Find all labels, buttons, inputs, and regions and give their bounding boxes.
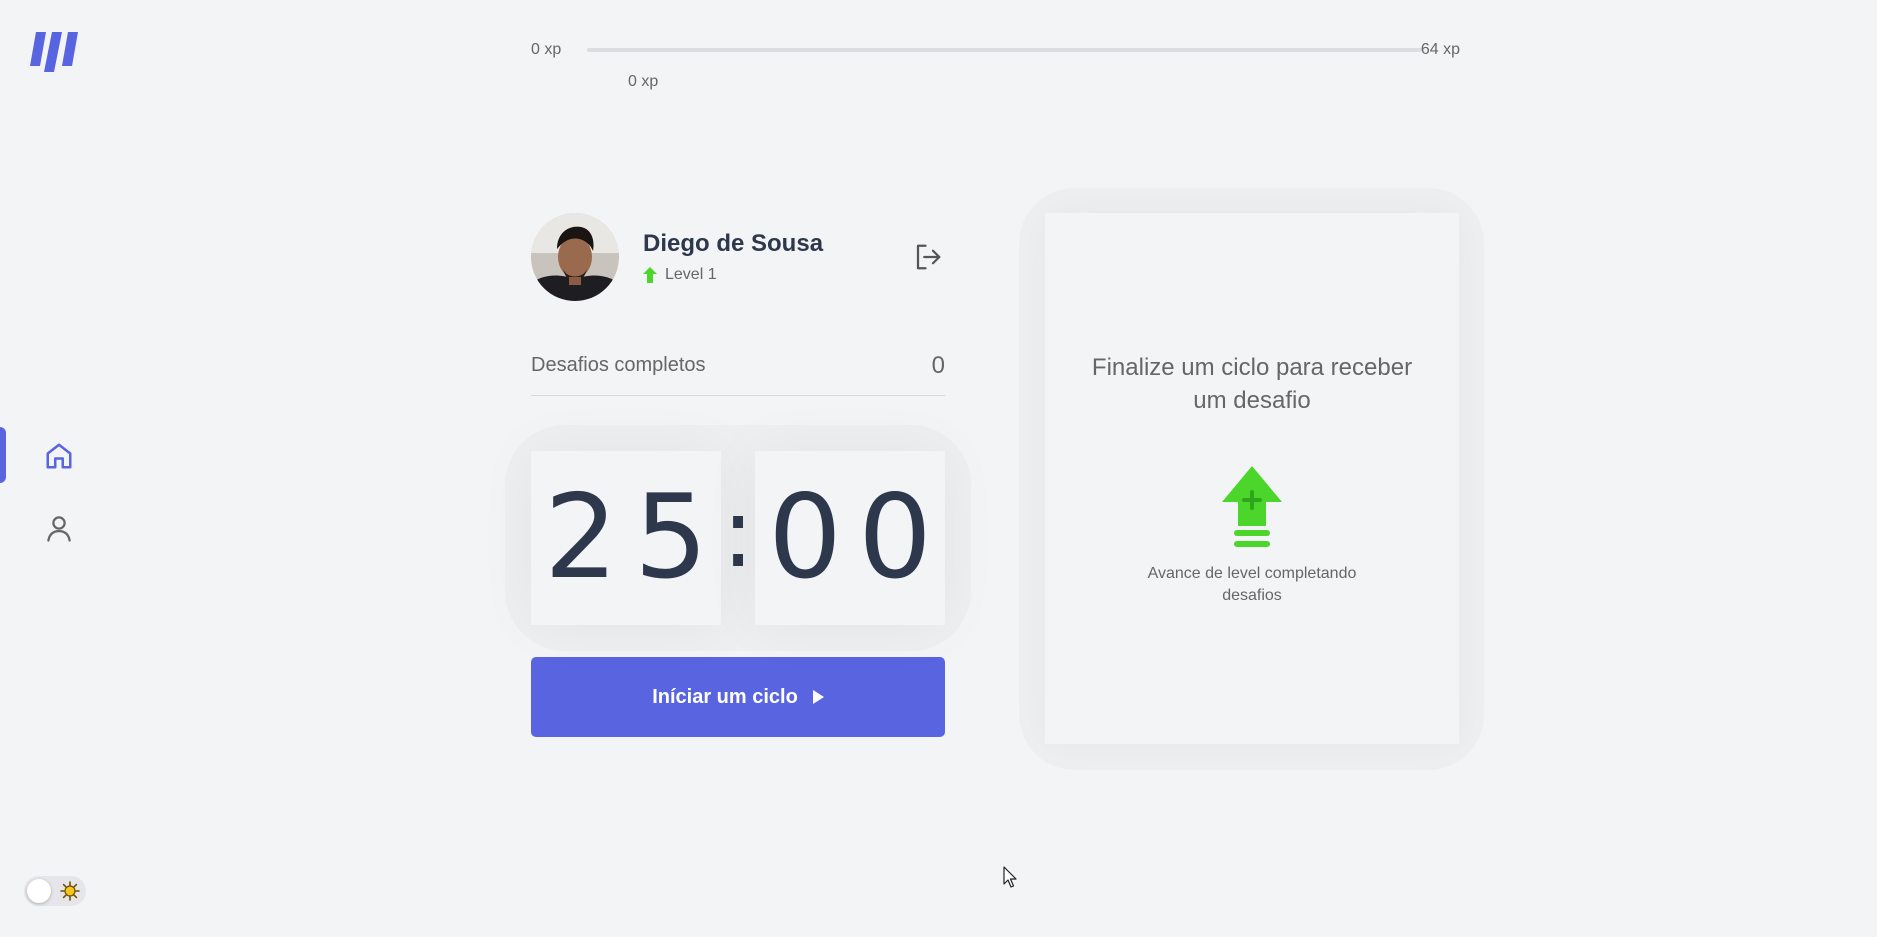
play-icon [812,690,824,704]
second-units-digit: 0 [858,470,932,605]
main-left-column: Diego de Sousa Level 1 Desafios completo… [505,212,971,737]
profile-name: Diego de Sousa [643,230,824,257]
xp-current-label: 0 xp [628,73,659,90]
minute-units-digit: 5 [634,470,708,605]
level-up-small-icon [643,267,657,283]
user-icon [47,516,71,542]
challenge-title: Finalize um ciclo para receber um desafi… [1091,354,1413,414]
profile-level-label: Level 1 [665,266,717,283]
profile-section: Diego de Sousa Level 1 [531,212,945,302]
countdown: 2 5 : 0 0 [505,425,971,651]
xp-min-label: 0 xp [531,41,562,58]
countdown-seconds: 0 0 [755,451,945,625]
completed-challenges-label: Desafios completos [531,354,706,376]
home-icon [46,443,72,469]
theme-toggle-knob [27,879,51,903]
logout-icon [916,244,941,270]
nav-home-button[interactable] [38,435,80,477]
mouse-cursor-icon [1003,866,1017,888]
minute-tens-digit: 2 [544,470,618,605]
start-cycle-label: Iníciar um ciclo [652,685,798,708]
avatar [531,213,619,301]
profile-level: Level 1 [643,266,823,284]
experience-bar: 0 xp 0 xp 64 xp [530,36,1460,90]
nav-profile-button[interactable] [38,507,80,549]
countdown-separator: : [721,477,755,589]
xp-max-label: 64 xp [1420,41,1460,58]
completed-challenges-count: 0 [931,352,945,379]
brand-logo-icon[interactable] [30,30,82,74]
level-up-icon [1222,466,1282,547]
active-nav-indicator [0,427,6,483]
logout-button[interactable] [911,240,945,274]
challenge-box: Finalize um ciclo para receber um desafi… [1045,213,1459,744]
completed-challenges-row: Desafios completos 0 [531,352,945,396]
challenge-hint: Avance de level completando desafios [1147,565,1357,604]
sun-icon [60,881,80,901]
sidebar [0,0,118,937]
countdown-minutes: 2 5 [531,451,721,625]
theme-toggle[interactable] [24,876,86,906]
second-tens-digit: 0 [768,470,842,605]
start-cycle-button[interactable]: Iníciar um ciclo [531,657,945,737]
xp-progress-track: 0 xp [587,48,1422,90]
profile-info: Diego de Sousa Level 1 [643,230,823,284]
